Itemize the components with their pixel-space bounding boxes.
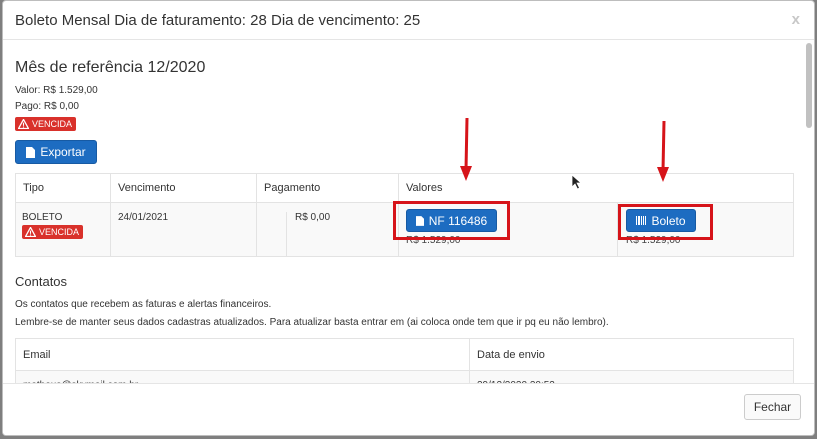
annotation-box-nf (393, 201, 510, 240)
modal-body[interactable]: Mês de referência 12/2020 Valor: R$ 1.52… (3, 41, 814, 385)
contacts-table: Email Data de envio matheus@skymail.com.… (15, 338, 794, 385)
valor-text: Valor: R$ 1.529,00 (15, 85, 98, 96)
table-header-pagamento: Pagamento (256, 173, 399, 203)
status-badge-label: VENCIDA (32, 119, 73, 129)
mouse-cursor-icon (571, 174, 583, 190)
pago-text: Pago: R$ 0,00 (15, 101, 79, 112)
annotation-box-boleto (618, 204, 713, 240)
modal-scrollbar[interactable] (806, 43, 812, 128)
row-status-label: VENCIDA (39, 227, 80, 237)
row-vencimento: 24/01/2021 (110, 202, 257, 257)
row-pagamento: R$ 0,00 (295, 212, 331, 223)
close-button[interactable]: Fechar (744, 394, 801, 420)
annotation-arrow-boleto (657, 120, 669, 182)
contacts-header-date: Data de envio (469, 338, 794, 371)
warning-icon (25, 227, 36, 237)
contacts-description: Os contatos que recebem as faturas e ale… (15, 299, 272, 310)
warning-icon (18, 119, 29, 129)
contacts-header-email: Email (15, 338, 470, 371)
export-button[interactable]: Exportar (15, 140, 97, 164)
modal-header: Boleto Mensal Dia de faturamento: 28 Dia… (3, 1, 814, 40)
invoice-modal: Boleto Mensal Dia de faturamento: 28 Dia… (2, 0, 815, 436)
row-tipo: BOLETO (22, 212, 63, 223)
close-icon[interactable]: x (792, 11, 800, 28)
modal-footer: Fechar (3, 383, 814, 435)
annotation-arrow-nf (460, 117, 472, 181)
status-badge: VENCIDA (15, 117, 77, 131)
row-status-badge: VENCIDA (22, 225, 84, 239)
export-button-label: Exportar (40, 145, 86, 159)
reference-month-title: Mês de referência 12/2020 (15, 59, 206, 76)
contacts-update-note: Lembre-se de manter seus dados cadastras… (15, 317, 609, 328)
contacts-title: Contatos (15, 274, 68, 289)
file-icon (26, 146, 36, 158)
table-header-vencimento: Vencimento (110, 173, 257, 203)
modal-title: Boleto Mensal Dia de faturamento: 28 Dia… (15, 12, 421, 29)
table-header-tipo: Tipo (15, 173, 111, 203)
